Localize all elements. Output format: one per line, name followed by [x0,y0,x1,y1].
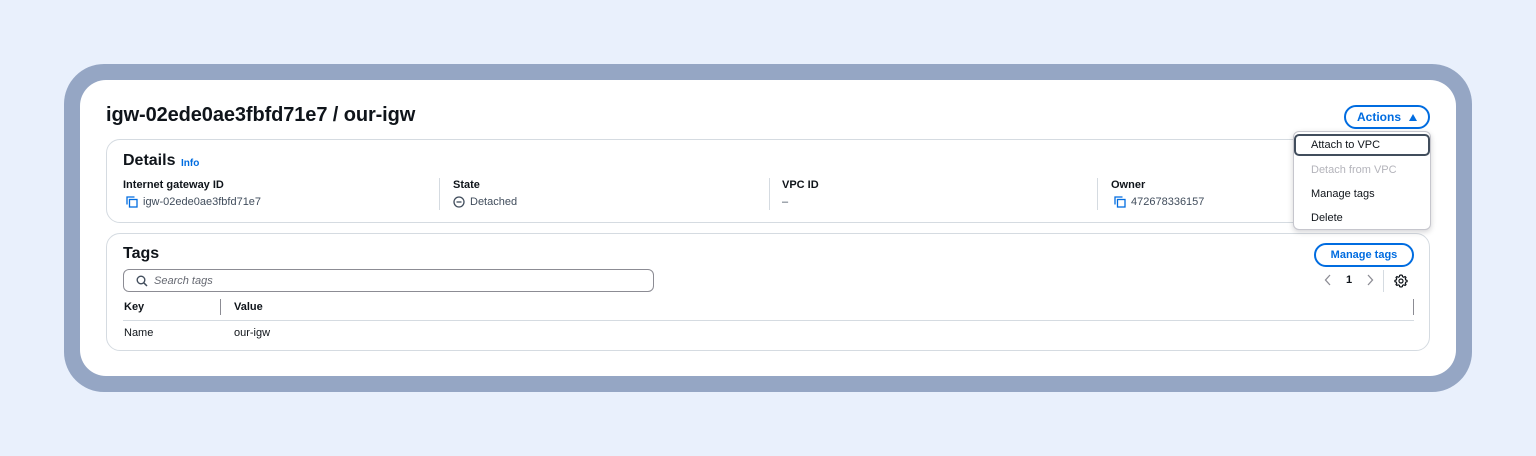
copy-icon[interactable] [1114,196,1126,208]
previous-page-button[interactable] [1316,272,1340,288]
pagination-divider [1383,270,1384,292]
field-label: Internet gateway ID [123,179,224,191]
pagination: 1 [1316,272,1382,288]
menu-item-manage-tags[interactable]: Manage tags [1294,183,1430,205]
tags-title: Tags [123,245,160,262]
actions-button[interactable]: Actions [1344,105,1430,129]
page-title: igw-02ede0ae3fbfd71e7 / our-igw [106,104,416,126]
table-cell-value: our-igw [234,327,271,339]
column-header-value[interactable]: Value [234,301,263,313]
column-divider [769,178,770,210]
menu-item-attach-to-vpc[interactable]: Attach to VPC [1294,134,1430,156]
field-vpc-id: VPC ID – [782,179,819,211]
manage-tags-button[interactable]: Manage tags [1314,243,1414,267]
field-internet-gateway-id: Internet gateway ID igw-02ede0ae3fbfd71e… [123,179,261,211]
column-resizer[interactable] [220,299,221,315]
actions-dropdown-menu: Attach to VPC Detach from VPC Manage tag… [1293,131,1431,230]
main-panel: igw-02ede0ae3fbfd71e7 / our-igw Actions … [80,80,1456,376]
tags-card: Tags Manage tags 1 [106,233,1430,351]
status-stopped-icon [453,196,465,208]
chevron-left-icon [1324,274,1331,286]
column-divider [1097,178,1098,210]
column-resizer[interactable] [1413,299,1414,315]
table-header-divider [123,320,1414,321]
copy-icon[interactable] [126,196,138,208]
field-value: 472678336157 [1131,196,1205,208]
field-state: State Detached [453,179,517,211]
preferences-button[interactable] [1393,273,1409,289]
column-divider [439,178,440,210]
menu-item-delete[interactable]: Delete [1294,207,1430,229]
field-value: – [782,196,789,208]
field-owner: Owner 472678336157 [1111,179,1204,211]
table-cell-key: Name [124,327,154,339]
field-value: igw-02ede0ae3fbfd71e7 [143,196,262,208]
next-page-button[interactable] [1358,272,1382,288]
details-card: Details Info Internet gateway ID igw-02e… [106,139,1430,223]
column-header-key[interactable]: Key [124,301,144,313]
chevron-right-icon [1367,274,1374,286]
field-label: VPC ID [782,179,819,191]
field-label: State [453,179,480,191]
search-tags-input[interactable] [154,274,634,287]
page-number[interactable]: 1 [1340,274,1358,286]
field-label: Owner [1111,179,1146,191]
menu-item-detach-from-vpc: Detach from VPC [1311,164,1397,176]
info-link[interactable]: Info [181,158,199,169]
search-tags-field[interactable] [123,269,654,292]
search-icon [136,275,148,287]
details-title: Details [123,152,176,169]
actions-button-label: Actions [1356,110,1401,124]
caret-up-icon [1409,113,1417,121]
gear-icon [1394,274,1408,288]
field-value: Detached [470,196,518,208]
